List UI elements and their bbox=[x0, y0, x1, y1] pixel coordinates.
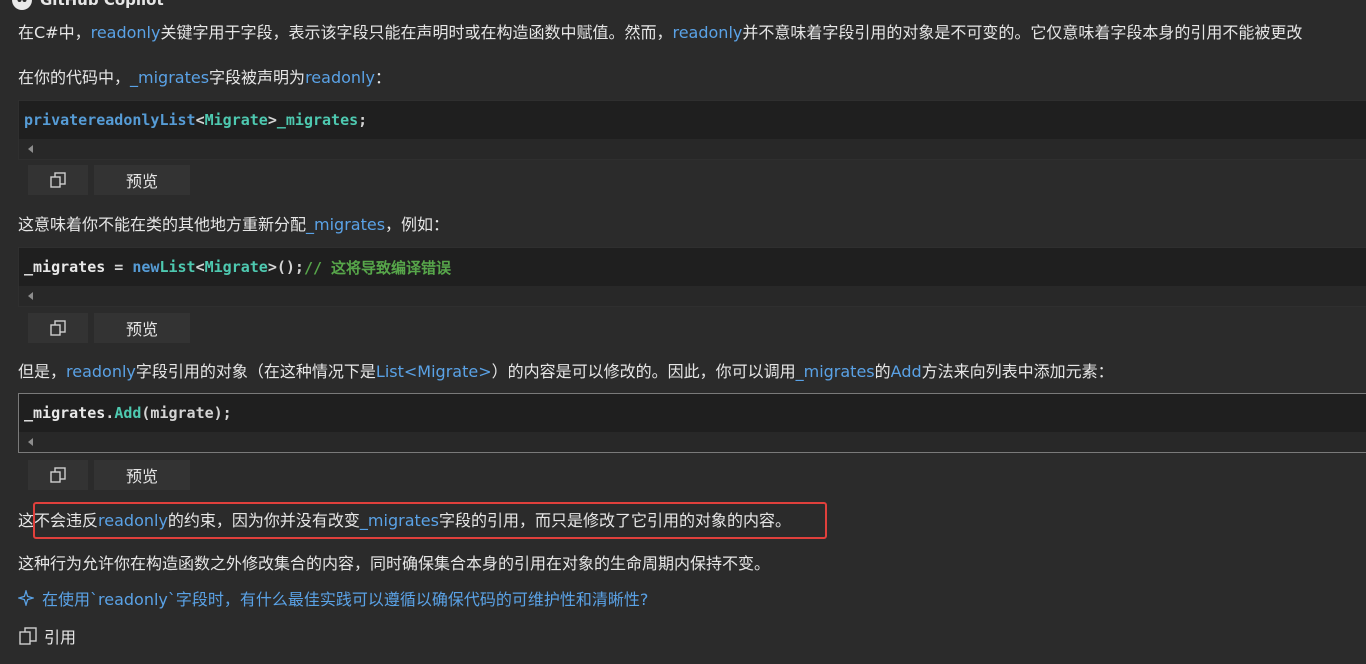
sparkle-icon bbox=[18, 590, 34, 606]
copilot-chat-panel: GitHub Copilot 在C#中，readonly关键字用于字段，表示该字… bbox=[0, 0, 1366, 664]
code-token: _migrates bbox=[24, 258, 106, 276]
text-segment: 这意味着你不能在类的其他地方重新分配 bbox=[18, 215, 307, 234]
inline-code-migrates: _migrates bbox=[306, 215, 386, 234]
inline-code-readonly: readonly bbox=[66, 362, 136, 381]
inline-code-add: Add bbox=[890, 362, 922, 381]
code-block-add[interactable]: _migrates. Add (migrate); bbox=[18, 393, 1366, 453]
text-segment: ）的内容是可以修改的。因此，你可以调用 bbox=[491, 362, 796, 381]
inline-code-readonly: readonly bbox=[672, 23, 743, 42]
copy-button[interactable] bbox=[28, 313, 88, 343]
references-icon bbox=[19, 627, 37, 645]
references-button[interactable]: 引用 bbox=[18, 624, 76, 648]
text-segment: ： bbox=[374, 68, 391, 87]
scroll-left-icon[interactable] bbox=[28, 438, 33, 446]
horizontal-scrollbar[interactable] bbox=[19, 286, 1366, 306]
chat-header: GitHub Copilot bbox=[12, 0, 164, 10]
inline-code-migrates: _migrates bbox=[130, 68, 210, 87]
text-segment: 字段的引用，而只是修改了它引用的对象的内容。 bbox=[438, 511, 791, 530]
inline-code-migrates: _migrates bbox=[795, 362, 875, 381]
text-segment: 但是， bbox=[18, 362, 67, 381]
code-toolbar: 预览 bbox=[18, 457, 190, 493]
horizontal-scrollbar[interactable] bbox=[19, 139, 1366, 159]
text-segment: 并不意味着字段引用的对象是不可变的。它仅意味着字段本身的引用不能被更改 bbox=[742, 23, 1303, 42]
code-token: < bbox=[195, 111, 205, 129]
code-token: List bbox=[159, 111, 196, 129]
code-comment: // 这将导致编译错误 bbox=[303, 258, 452, 277]
code-line: _migrates = new List < Migrate >(); // 这将导致… bbox=[19, 248, 1366, 286]
code-token: ; bbox=[358, 111, 368, 129]
code-token: readonly bbox=[87, 111, 160, 129]
paragraph-reassign: 这意味着你不能在类的其他地方重新分配_migrates，例如： bbox=[18, 214, 449, 236]
text-segment: 不会违反 bbox=[34, 511, 99, 530]
copy-button[interactable] bbox=[28, 460, 88, 490]
code-token: (migrate); bbox=[141, 404, 232, 422]
paragraph-declaration: 在你的代码中，_migrates字段被声明为readonly： bbox=[18, 67, 391, 89]
code-token: private bbox=[24, 111, 88, 129]
follow-up-suggestion[interactable]: 在使用`readonly`字段时，有什么最佳实践可以遵循以确保代码的可维护性和清… bbox=[18, 586, 648, 610]
copy-button[interactable] bbox=[28, 165, 88, 195]
scroll-left-icon[interactable] bbox=[28, 292, 33, 300]
inline-code-readonly: readonly bbox=[90, 23, 161, 42]
text-segment: ，例如： bbox=[385, 215, 450, 234]
text-segment: 方法来向列表中添加元素： bbox=[921, 362, 1114, 381]
text-segment: 关键字用于字段，表示该字段只能在声明时或在构造函数中赋值。然而， bbox=[160, 23, 673, 42]
text-segment: 字段被声明为 bbox=[209, 68, 306, 87]
code-token: Migrate bbox=[204, 258, 268, 276]
code-token: List bbox=[159, 258, 196, 276]
code-token: _migrates bbox=[276, 111, 359, 129]
paragraph-no-violation: 这不会违反readonly的约束，因为你并没有改变_migrates字段的引用，… bbox=[18, 510, 791, 532]
preview-button[interactable]: 预览 bbox=[94, 165, 190, 195]
code-line: private readonly List < Migrate > _migrates… bbox=[19, 101, 1366, 139]
copilot-logo-icon bbox=[12, 0, 32, 10]
code-line: _migrates. Add (migrate); bbox=[19, 394, 1366, 432]
inline-code-readonly: readonly bbox=[98, 511, 168, 530]
paragraph-summary: 这种行为允许你在构造函数之外修改集合的内容，同时确保集合本身的引用在对象的生命周… bbox=[18, 553, 770, 575]
inline-code-migrates: _migrates bbox=[359, 511, 439, 530]
text-segment: 在C#中， bbox=[18, 23, 91, 42]
code-token: = bbox=[105, 258, 133, 276]
code-token: new bbox=[132, 258, 160, 276]
code-block-reassign[interactable]: _migrates = new List < Migrate >(); // 这将导致… bbox=[18, 247, 1366, 307]
text-segment: 的 bbox=[874, 362, 891, 381]
paragraph-intro: 在C#中，readonly关键字用于字段，表示该字段只能在声明时或在构造函数中赋… bbox=[18, 22, 1302, 44]
code-token: >(); bbox=[267, 258, 304, 276]
chat-header-title: GitHub Copilot bbox=[40, 0, 164, 9]
copy-icon bbox=[50, 320, 66, 336]
text-segment: 这种行为允许你在构造函数之外修改集合的内容，同时确保集合本身的引用在对象的生命周… bbox=[18, 554, 771, 573]
copy-icon bbox=[50, 467, 66, 483]
inline-code-list-type: List<Migrate> bbox=[375, 362, 492, 381]
inline-code-readonly: readonly bbox=[305, 68, 375, 87]
text-segment: 在你的代码中， bbox=[18, 68, 131, 87]
preview-button[interactable]: 预览 bbox=[94, 313, 190, 343]
preview-button[interactable]: 预览 bbox=[94, 460, 190, 490]
text-segment: 字段引用的对象（在这种情况下是 bbox=[135, 362, 376, 381]
code-token: Migrate bbox=[204, 111, 268, 129]
suggestion-text[interactable]: 在使用`readonly`字段时，有什么最佳实践可以遵循以确保代码的可维护性和清… bbox=[42, 586, 648, 610]
code-token: _migrates bbox=[24, 404, 106, 422]
code-token: < bbox=[195, 258, 205, 276]
scroll-left-icon[interactable] bbox=[28, 145, 33, 153]
code-toolbar: 预览 bbox=[18, 310, 190, 346]
text-segment: 这 bbox=[18, 511, 35, 530]
code-token: > bbox=[267, 111, 277, 129]
references-label[interactable]: 引用 bbox=[44, 624, 76, 648]
code-token: Add bbox=[114, 404, 142, 422]
code-token: . bbox=[105, 404, 115, 422]
text-segment: 的约束，因为你并没有改变 bbox=[167, 511, 360, 530]
code-toolbar: 预览 bbox=[18, 162, 190, 198]
copy-icon bbox=[50, 172, 66, 188]
code-block-declaration[interactable]: private readonly List < Migrate > _migrates… bbox=[18, 100, 1366, 160]
paragraph-mutable-content: 但是，readonly字段引用的对象（在这种情况下是List<Migrate>）… bbox=[18, 361, 1114, 383]
horizontal-scrollbar[interactable] bbox=[19, 432, 1366, 452]
